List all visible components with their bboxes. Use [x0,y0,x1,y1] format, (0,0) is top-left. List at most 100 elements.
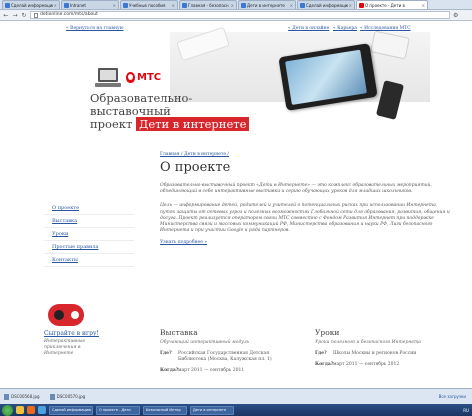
page-title: О проекте [160,160,231,175]
favicon-icon [182,2,187,8]
start-button-icon[interactable] [2,404,13,416]
info-columns: Выставка Обучающий интерактивный модуль … [160,328,450,374]
sidebar-item-about[interactable]: О проекте [44,202,134,215]
forward-arrow-icon[interactable]: → [12,12,18,19]
project-logo-block: МТС Образовательно-выставочный проект Де… [90,62,250,142]
close-tab-icon[interactable]: × [172,2,175,9]
browser-tab-bar: Сделай информацию × Intranet × Учебные пособ… [0,0,472,10]
tab-label: Учебные пособия [129,2,166,8]
download-filename: DSC00568.jpg [11,394,40,399]
favicon-icon [64,2,69,8]
sidebar-item-exhibition[interactable]: Выставка [44,215,134,228]
page-icon [34,12,38,18]
tab-label: Intranet [70,2,86,8]
file-icon [4,393,9,400]
favicon-icon [300,2,305,8]
sidebar-item-rules[interactable]: Простые правила [44,241,134,254]
close-tab-icon[interactable]: × [290,2,293,9]
sidebar-item-contacts[interactable]: Контакты [44,254,134,267]
sidebar-item-lessons[interactable]: Уроки [44,228,134,241]
favicon-icon [5,2,10,8]
research-link[interactable]: « Исследования МТС [360,26,411,31]
web-page: « Вернуться на главную « Дети в онлайне … [0,22,472,388]
exhibition-column: Выставка Обучающий интерактивный модуль … [160,328,295,374]
sidebar-nav: О проекте Выставка Уроки Простые правила… [44,202,134,267]
close-tab-icon[interactable]: × [422,2,425,9]
taskbar-task[interactable]: Дети в интернете [190,405,234,415]
exhibition-where: Где? Российская Государственная Детская … [160,351,295,363]
browser-tab[interactable]: Сделай информацию × [297,0,355,9]
download-shelf: DSC00568.jpg DSC00570.jpg Все загрузки [0,388,472,404]
browser-tab[interactable]: О проекте - Дети в × [356,0,428,9]
intro-paragraph: Образовательно-выставочный проект «Дети … [160,183,432,195]
project-title-highlight: Дети в интернете [135,117,250,131]
gamepad-icon[interactable] [48,304,84,326]
game-promo: Сыграйте в игру! Интерактивные приключен… [44,304,134,357]
media-player-icon[interactable] [27,406,35,414]
language-indicator[interactable]: RU [463,408,469,413]
tab-label: Дети в интернете [247,2,285,8]
when-label: Когда? [160,368,179,373]
explorer-icon[interactable] [16,406,24,414]
lessons-title[interactable]: Уроки [315,328,450,337]
hero-banner: МТС Образовательно-выставочный проект Де… [50,26,430,142]
taskbar-task[interactable]: Сделай информацию [49,405,93,415]
close-tab-icon[interactable]: × [231,2,234,9]
tab-label: Сделай информацию [306,2,348,8]
goal-paragraph: Цель — информирование детей, родителей и… [160,203,450,234]
exhibition-subtitle: Обучающий интерактивный модуль [160,340,250,345]
address-url: detionline.com/mts/about [40,12,98,17]
lessons-column: Уроки Уроки полезного и безопасного Инте… [315,328,450,374]
project-title-prefix: проект [90,117,133,131]
browser-tab[interactable]: Учебные пособия × [120,0,178,9]
tab-label: Сделай информацию [11,2,53,8]
close-tab-icon[interactable]: × [349,2,352,9]
download-item[interactable]: DSC00568.jpg [4,393,40,400]
show-all-downloads-link[interactable]: Все загрузки [439,394,466,399]
exhibition-title[interactable]: Выставка [160,328,295,337]
settings-wrench-icon[interactable]: ⚙ [453,12,458,19]
favicon-icon [123,2,128,8]
when-value: март 2011 — сентябрь 2011 [178,368,245,373]
download-item[interactable]: DSC00570.jpg [49,393,86,400]
career-link[interactable]: « Карьера [333,26,357,31]
when-label: Когда? [315,362,334,367]
browser-tab[interactable]: Intranet × [61,0,119,9]
laptop-icon [95,68,121,87]
project-title-line1: Образовательно-выставочный [90,91,193,118]
close-tab-icon[interactable]: × [54,2,57,9]
browser-tab[interactable]: Главная - безопасн × [179,0,237,9]
file-icon [49,393,55,400]
top-navigation: « Вернуться на главную « Дети в онлайне … [0,22,472,32]
breadcrumb[interactable]: Главная / Дети в интернете / [160,152,450,157]
where-label: Где? [315,351,327,356]
taskbar-task[interactable]: О проекте - Дети [96,405,140,415]
game-description: Интерактивные приключения в Интернете [44,339,86,356]
main-content: Главная / Дети в интернете / О проекте О… [160,152,450,245]
mts-logo[interactable]: МТС [126,70,166,84]
browser-tab[interactable]: Сделай информацию × [2,0,60,9]
browser-toolbar: ← → ↻ detionline.com/mts/about ⚙ [0,10,472,21]
favicon-icon [241,2,246,8]
chrome-icon[interactable] [38,406,46,414]
back-arrow-icon[interactable]: ← [3,12,9,19]
browser-tab[interactable]: Дети в интернете × [238,0,296,9]
read-more-link[interactable]: Узнать подробнее » [160,240,450,245]
when-value: март 2011 — сентябрь 2012 [333,362,400,367]
taskbar-task[interactable]: Безопасный Интер [143,405,187,415]
download-filename: DSC00570.jpg [56,394,86,399]
close-tab-icon[interactable]: × [113,2,116,9]
address-bar[interactable]: detionline.com/mts/about [30,11,450,19]
play-game-link[interactable]: Сыграйте в игру! [44,330,134,337]
where-value: Российская Государственная Детская Библи… [178,351,272,362]
lessons-when: Когда? март 2011 — сентябрь 2012 [315,362,450,368]
mts-brand: МТС [137,71,162,83]
lessons-where: Где? Школы Москвы и регионов России [315,351,450,357]
favicon-icon [359,2,364,8]
tab-label: О проекте - Дети в [365,2,405,8]
kids-online-link[interactable]: « Дети в онлайне [288,26,329,31]
back-to-main-link[interactable]: « Вернуться на главную [66,26,124,31]
where-label: Где? [160,351,172,356]
reload-icon[interactable]: ↻ [21,12,27,19]
windows-taskbar: Сделай информацию О проекте - Дети Безоп… [0,404,472,416]
